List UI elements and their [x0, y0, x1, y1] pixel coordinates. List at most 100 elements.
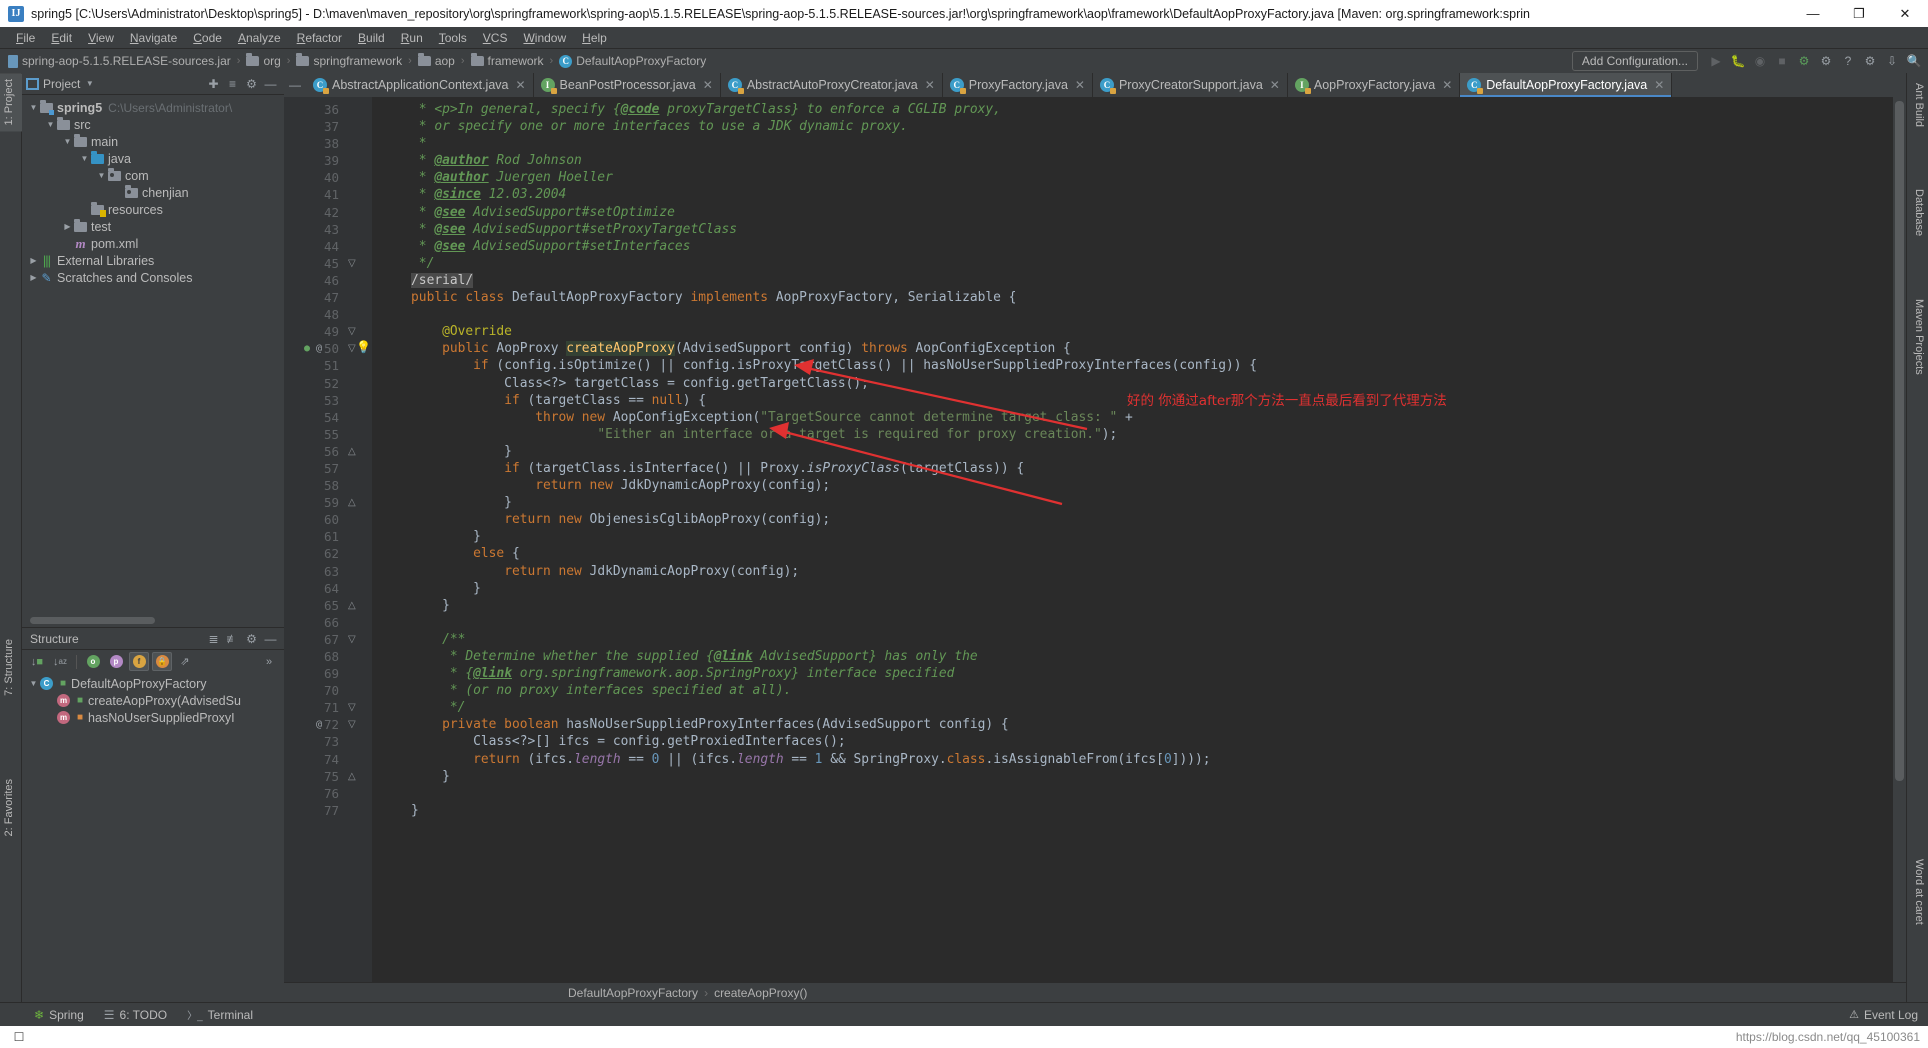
fold-marker[interactable]: [344, 648, 372, 665]
debug-icon[interactable]: 🐛: [1728, 51, 1748, 71]
status-tool-todo[interactable]: ☰ 6: TODO: [94, 1008, 177, 1022]
tree-toggle-icon[interactable]: ▼: [28, 103, 39, 112]
line-number[interactable]: 66: [284, 614, 344, 631]
project-tree-item[interactable]: ▼ main: [22, 133, 284, 150]
collapse-all-icon[interactable]: ≢: [223, 629, 242, 648]
menu-item-vcs[interactable]: VCS: [475, 29, 516, 47]
tree-toggle-icon[interactable]: ▼: [62, 137, 73, 146]
fold-marker[interactable]: △: [344, 494, 372, 511]
build-icon[interactable]: ⚙: [1794, 51, 1814, 71]
line-number[interactable]: 57: [284, 460, 344, 477]
line-number[interactable]: 63: [284, 563, 344, 580]
override-marker-icon[interactable]: ●: [304, 340, 310, 357]
run-with-coverage-icon[interactable]: ◉: [1750, 51, 1770, 71]
sort-by-visibility-icon[interactable]: ↓ ■: [27, 652, 47, 671]
structure-tree-item[interactable]: m ■ hasNoUserSuppliedProxyI: [22, 709, 284, 726]
show-non-public-icon[interactable]: 🔒: [152, 652, 172, 671]
close-tab-icon[interactable]: ✕: [925, 78, 935, 92]
line-number[interactable]: 59: [284, 494, 344, 511]
add-configuration-button[interactable]: Add Configuration...: [1571, 51, 1698, 71]
project-tree-item[interactable]: ▶ test: [22, 218, 284, 235]
line-number[interactable]: 38: [284, 135, 344, 152]
menu-item-window[interactable]: Window: [515, 29, 574, 47]
line-number[interactable]: 39: [284, 152, 344, 169]
help-icon[interactable]: ?: [1838, 51, 1858, 71]
line-number[interactable]: 52: [284, 375, 344, 392]
editor-tab[interactable]: I BeanPostProcessor.java ✕: [533, 73, 721, 97]
fold-marker[interactable]: ▽: [344, 631, 372, 648]
fold-marker[interactable]: △: [344, 597, 372, 614]
line-number[interactable]: 58: [284, 477, 344, 494]
fold-marker[interactable]: [344, 238, 372, 255]
menu-item-analyze[interactable]: Analyze: [230, 29, 289, 47]
menu-item-tools[interactable]: Tools: [431, 29, 475, 47]
sidebar-item-maven-projects[interactable]: Maven Projects: [1906, 293, 1928, 381]
line-number[interactable]: 45: [284, 255, 344, 272]
more-icon[interactable]: »: [259, 652, 279, 671]
fold-marker[interactable]: [344, 375, 372, 392]
sidebar-item-favorites[interactable]: 2: Favorites: [0, 773, 22, 842]
editor-tab[interactable]: C AbstractApplicationContext.java ✕: [306, 73, 534, 97]
project-tree[interactable]: ▼ spring5 C:\Users\Administrator\ ▼ src ▼ main…: [22, 95, 284, 616]
fold-marker[interactable]: [344, 221, 372, 238]
editor-breadcrumb-item[interactable]: createAopProxy(): [714, 986, 807, 1000]
line-number[interactable]: 65: [284, 597, 344, 614]
fold-marker[interactable]: ▽: [344, 699, 372, 716]
tree-toggle-icon[interactable]: ▼: [45, 120, 56, 129]
breadcrumb-item[interactable]: spring-aop-5.1.5.RELEASE-sources.jar: [6, 54, 233, 68]
editor-tab[interactable]: C AbstractAutoProxyCreator.java ✕: [720, 73, 943, 97]
menu-item-refactor[interactable]: Refactor: [289, 29, 350, 47]
stop-icon[interactable]: ■: [1772, 51, 1792, 71]
editor-scrollbar[interactable]: [1893, 97, 1906, 982]
sidebar-item-project[interactable]: 1: Project: [0, 73, 22, 132]
fold-marker[interactable]: [344, 169, 372, 186]
line-number[interactable]: 43: [284, 221, 344, 238]
line-number[interactable]: 42: [284, 204, 344, 221]
line-number[interactable]: 36: [284, 101, 344, 118]
editor-tab[interactable]: C DefaultAopProxyFactory.java ✕: [1460, 73, 1673, 97]
fold-marker[interactable]: [344, 289, 372, 306]
tabs-collapse-icon[interactable]: —: [284, 73, 306, 97]
fold-marker[interactable]: [344, 682, 372, 699]
project-tree-item[interactable]: ▶ ||| External Libraries: [22, 252, 284, 269]
fold-marker[interactable]: [344, 101, 372, 118]
close-tab-icon[interactable]: ✕: [1075, 78, 1085, 92]
line-number[interactable]: 51: [284, 357, 344, 374]
fold-marker[interactable]: [344, 580, 372, 597]
fold-marker[interactable]: [344, 563, 372, 580]
line-number[interactable]: 71: [284, 699, 344, 716]
fold-marker[interactable]: △: [344, 443, 372, 460]
fold-marker[interactable]: [344, 614, 372, 631]
sidebar-item-database[interactable]: Database: [1906, 183, 1928, 242]
line-number[interactable]: 68: [284, 648, 344, 665]
status-tool-terminal[interactable]: 〉_ Terminal: [177, 1007, 263, 1023]
gear-icon[interactable]: ⚙: [242, 629, 261, 648]
close-button[interactable]: ✕: [1882, 0, 1928, 27]
line-number[interactable]: 40: [284, 169, 344, 186]
annotation-marker-icon[interactable]: @: [316, 340, 322, 357]
editor-breadcrumb-item[interactable]: DefaultAopProxyFactory: [568, 986, 698, 1000]
menu-item-code[interactable]: Code: [185, 29, 230, 47]
menu-item-build[interactable]: Build: [350, 29, 393, 47]
fold-marker[interactable]: [344, 460, 372, 477]
line-number[interactable]: 46: [284, 272, 344, 289]
fold-marker[interactable]: [344, 135, 372, 152]
line-number[interactable]: 64: [284, 580, 344, 597]
line-number[interactable]: 47: [284, 289, 344, 306]
menu-item-file[interactable]: File: [8, 29, 43, 47]
task-view-icon[interactable]: ☐: [8, 1030, 30, 1044]
show-fields-icon[interactable]: f: [129, 652, 149, 671]
editor-tab[interactable]: C ProxyFactory.java ✕: [942, 73, 1093, 97]
sort-alphabetically-icon[interactable]: ↓ az: [50, 652, 70, 671]
search-icon[interactable]: 🔍: [1904, 51, 1924, 71]
fold-marker[interactable]: [344, 409, 372, 426]
line-number[interactable]: 74: [284, 751, 344, 768]
fold-marker[interactable]: [344, 545, 372, 562]
fold-marker[interactable]: ▽: [344, 255, 372, 272]
editor-tab[interactable]: C ProxyCreatorSupport.java ✕: [1092, 73, 1288, 97]
breadcrumb-item[interactable]: org: [244, 53, 282, 68]
maximize-button[interactable]: ❐: [1836, 0, 1882, 27]
line-number[interactable]: 54: [284, 409, 344, 426]
line-number[interactable]: 61: [284, 528, 344, 545]
menu-item-navigate[interactable]: Navigate: [122, 29, 185, 47]
